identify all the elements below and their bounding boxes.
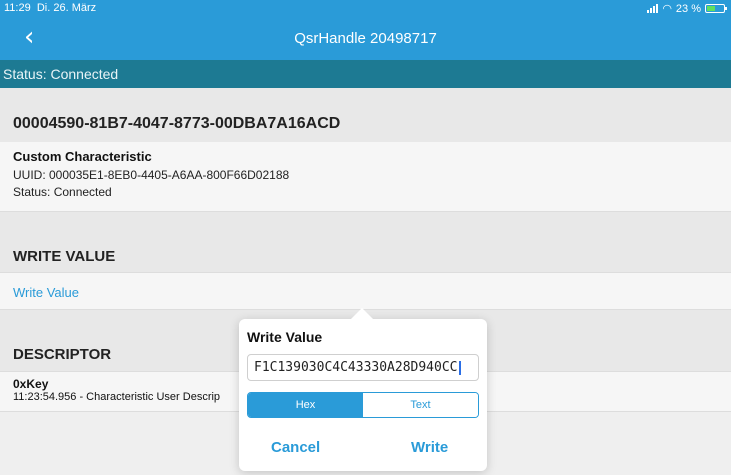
segment-hex[interactable]: Hex <box>248 393 363 417</box>
date-label: Di. 26. März <box>36 2 97 14</box>
segment-text[interactable]: Text <box>363 393 478 417</box>
clock-time: 11:29 <box>4 2 31 14</box>
system-status-bar: 11:29 Di. 26. März ◠ 23 % <box>0 0 731 17</box>
cellular-signal-icon <box>647 4 659 13</box>
characteristic-uuid: UUID: 000035E1-8EB0-4405-A6AA-800F66D021… <box>13 168 290 182</box>
navigation-bar: ‹ QsrHandle 20498717 <box>0 17 731 60</box>
connection-status-bar: Status: Connected <box>0 60 731 88</box>
write-value-popover: Write Value F1C139030C4C43330A28D940CC H… <box>239 308 487 471</box>
service-uuid-header: 00004590-81B7-4047-8773-00DBA7A16ACD <box>0 88 731 142</box>
write-value-row[interactable]: Write Value <box>0 272 731 310</box>
battery-percent: 23 % <box>675 2 701 15</box>
format-segmented-control: Hex Text <box>247 392 479 418</box>
status-indicators: ◠ 23 % <box>647 2 727 15</box>
characteristic-info: Custom Characteristic UUID: 000035E1-8EB… <box>0 142 731 212</box>
characteristic-status: Status: Connected <box>13 185 112 199</box>
write-value-section-header: WRITE VALUE <box>0 212 731 272</box>
cancel-button[interactable]: Cancel <box>271 439 320 456</box>
battery-icon <box>705 4 727 13</box>
page-title: QsrHandle 20498717 <box>294 30 437 47</box>
write-button[interactable]: Write <box>411 439 448 456</box>
write-value-input[interactable]: F1C139030C4C43330A28D940CC <box>247 354 479 381</box>
input-text: F1C139030C4C43330A28D940CC <box>254 360 458 375</box>
status-time-date: 11:29 Di. 26. März <box>4 2 96 14</box>
wifi-icon: ◠ <box>662 3 672 15</box>
popover-title: Write Value <box>247 329 323 345</box>
characteristic-name: Custom Characteristic <box>13 149 152 164</box>
text-caret <box>458 360 461 375</box>
